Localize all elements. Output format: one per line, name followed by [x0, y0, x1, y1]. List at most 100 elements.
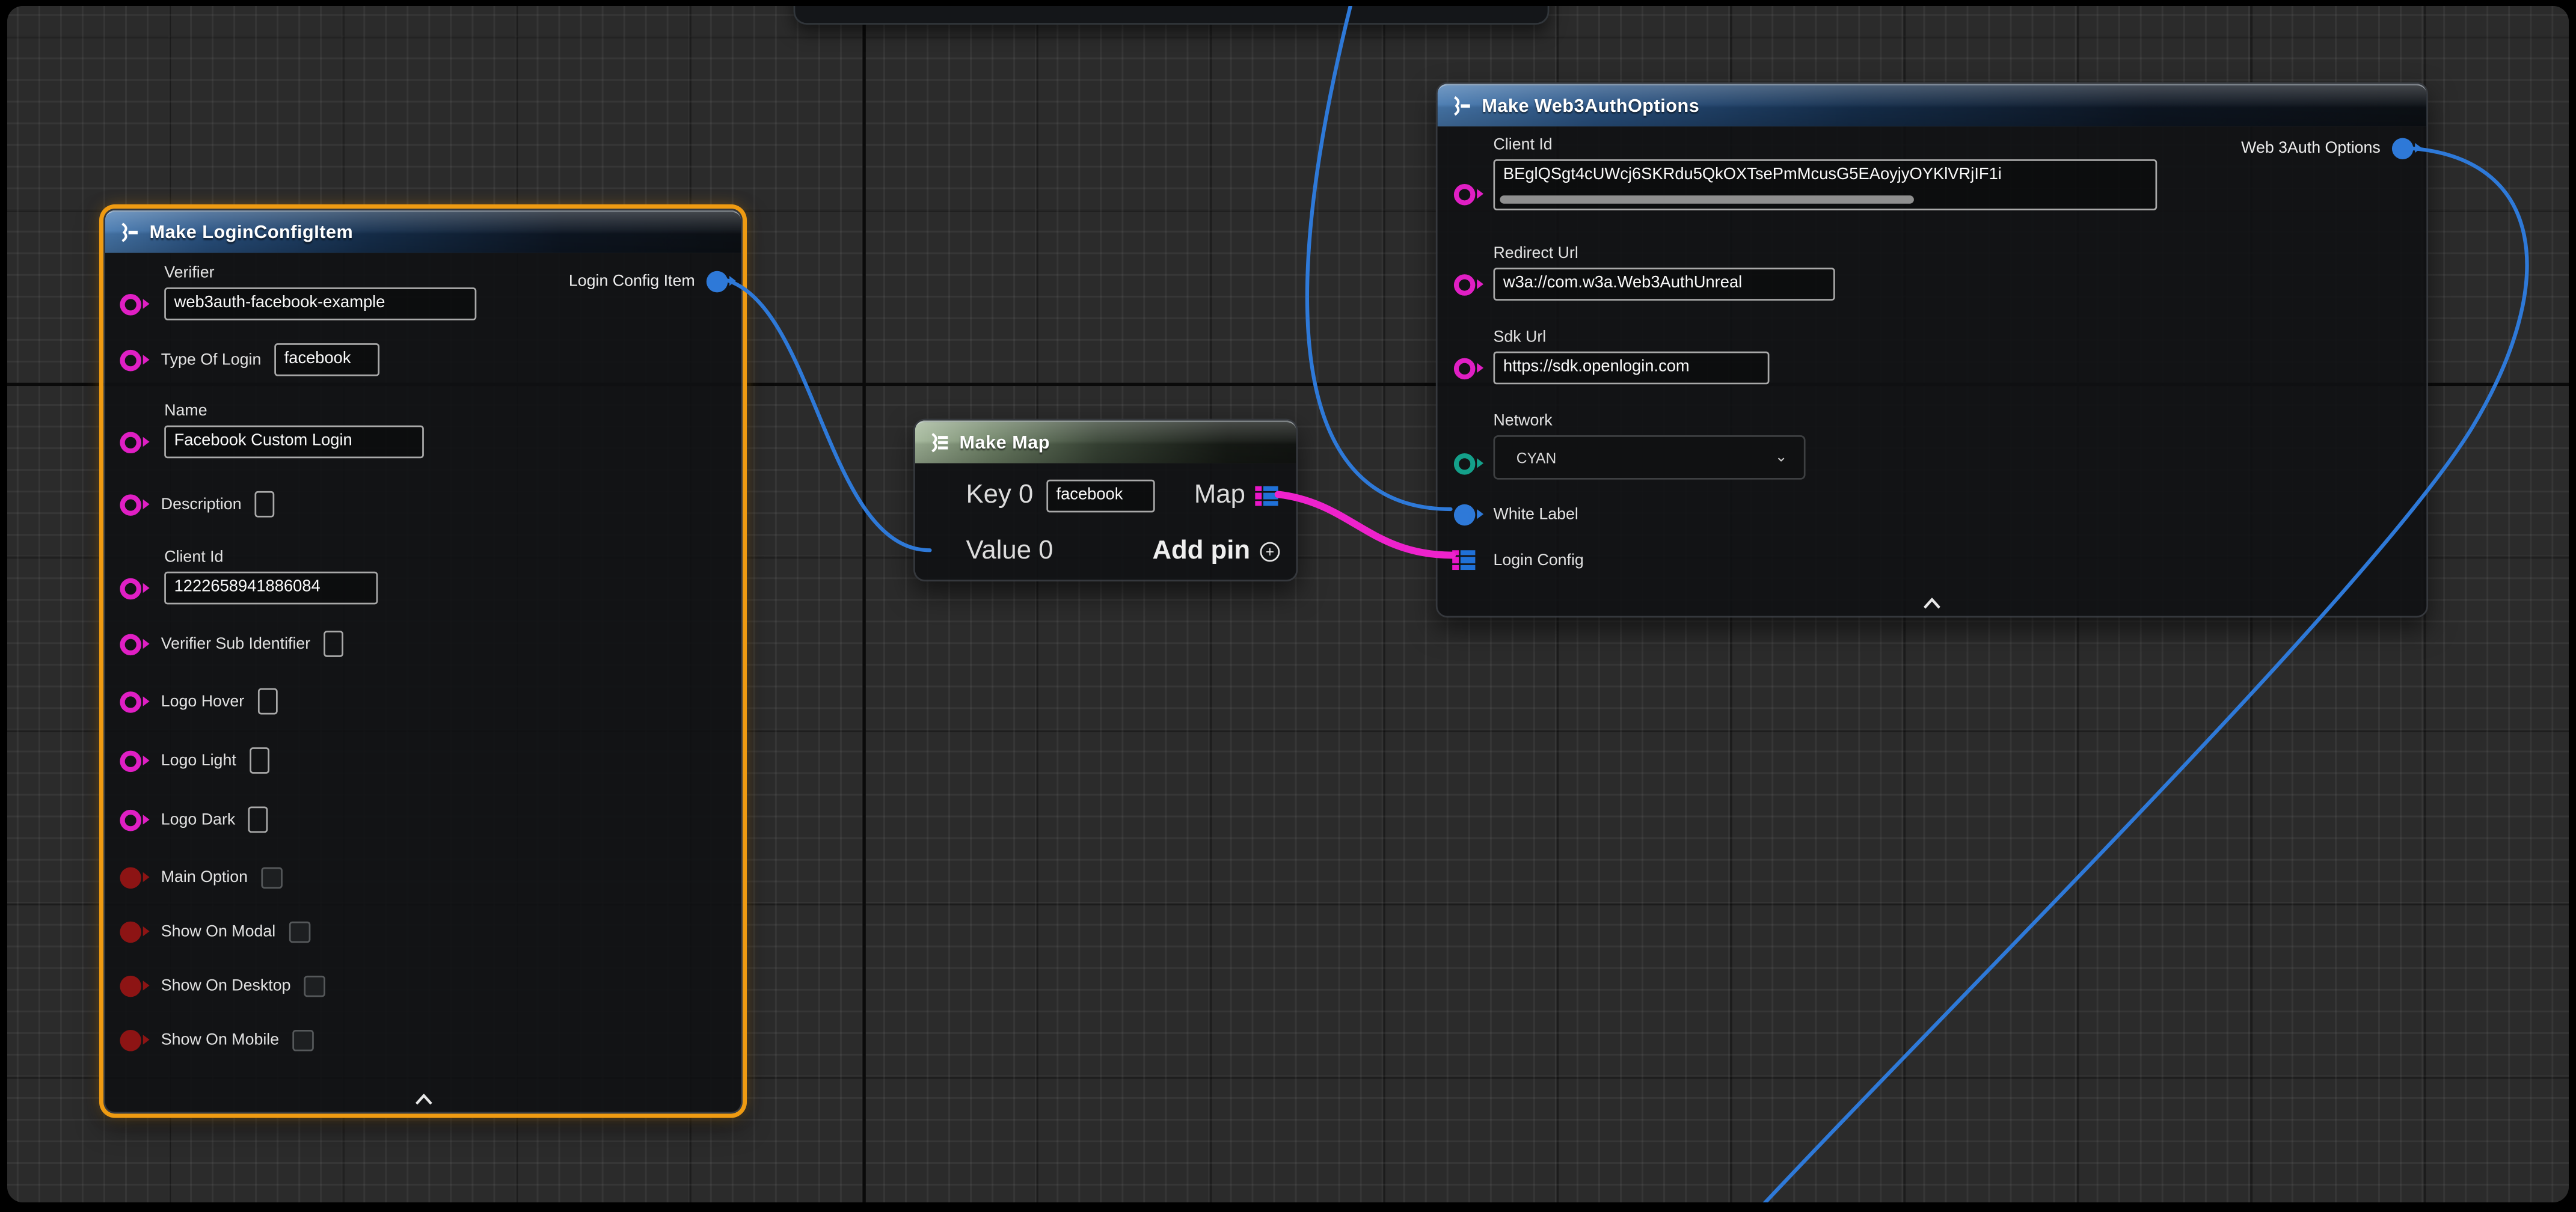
blueprint-grid[interactable]: Make LoginConfigItem Login Config Item V…	[7, 6, 2569, 1202]
collapse-node-caret[interactable]	[414, 1094, 432, 1106]
verifier-sub-identifier-input-pin[interactable]	[120, 633, 141, 655]
node-make-map[interactable]: Make Map Key 0 facebook Map Value 0 A	[913, 419, 1298, 581]
sdk-url-value-input[interactable]: https://sdk.openlogin.com	[1493, 352, 1769, 385]
node-title: Make Map	[960, 433, 1050, 453]
field-row-main-option: Main Option	[105, 861, 741, 894]
logo-dark-label: Logo Dark	[161, 810, 235, 828]
login-config-label: Login Config	[1493, 551, 1583, 569]
blueprint-graph-viewport[interactable]: Make LoginConfigItem Login Config Item V…	[7, 6, 2569, 1202]
sdk-url-input-pin[interactable]	[1454, 357, 1476, 379]
field-row-white-label: White Label	[1438, 500, 2427, 529]
output-login-config-item[interactable]: Login Config Item	[569, 271, 728, 293]
name-input-pin[interactable]	[120, 431, 141, 453]
redirect-url-value-input[interactable]: w3a://com.w3a.Web3AuthUnreal	[1493, 268, 1835, 301]
collapse-node-caret[interactable]	[1923, 598, 1941, 609]
logo-hover-value-input[interactable]	[257, 688, 277, 715]
verifier-sub-identifier-label: Verifier Sub Identifier	[161, 635, 310, 653]
node-make-web3auth-options[interactable]: Make Web3AuthOptions Web 3Auth Options C…	[1436, 82, 2428, 618]
chevron-down-icon: ⌄	[1775, 448, 1788, 467]
make-map-icon	[928, 432, 950, 454]
white-label-input-pin[interactable]	[1454, 503, 1476, 525]
show-on-mobile-input-pin[interactable]	[120, 1029, 141, 1051]
value0-label: Value 0	[966, 537, 1053, 566]
network-input-pin[interactable]	[1454, 453, 1476, 474]
verifier-sub-identifier-value-input[interactable]	[324, 631, 343, 657]
grid-origin-vertical-line	[862, 6, 865, 1202]
verifier-input-pin[interactable]	[120, 293, 141, 315]
node-make-login-config-item[interactable]: Make LoginConfigItem Login Config Item V…	[103, 209, 743, 1113]
map-output-pin[interactable]	[1255, 485, 1280, 507]
key0-label: Key 0	[966, 482, 1033, 511]
redirect-url-input-pin[interactable]	[1454, 274, 1476, 295]
main-option-label: Main Option	[161, 868, 248, 886]
show-on-desktop-checkbox[interactable]	[304, 975, 325, 997]
field-row-logo-hover: Logo Hover	[105, 685, 741, 718]
node-header-make-login-config-item[interactable]: Make LoginConfigItem	[105, 210, 741, 253]
logo-dark-value-input[interactable]	[248, 806, 268, 833]
node-title: Make LoginConfigItem	[150, 222, 354, 242]
wire-map-to-login-config[interactable]	[1278, 494, 1453, 555]
type-of-login-value-input[interactable]: facebook	[274, 343, 379, 376]
description-input-pin[interactable]	[120, 494, 141, 515]
network-label: Network	[1493, 411, 2426, 432]
client-id-value-input[interactable]: BEglQSgt4cUWcj6SKRdu5QkOXTsePmMcusG5EAoy…	[1493, 159, 2157, 210]
field-row-description: Description	[105, 488, 741, 521]
network-selected-value: CYAN	[1516, 449, 1557, 465]
show-on-mobile-checkbox[interactable]	[292, 1029, 314, 1051]
wire-login-config-item-to-value0[interactable]	[711, 278, 930, 551]
key0-input-pin[interactable]	[931, 485, 953, 507]
show-on-modal-checkbox[interactable]	[289, 920, 310, 942]
client-id-value-input[interactable]: 1222658941886084	[164, 572, 378, 605]
key0-value-input[interactable]: facebook	[1046, 480, 1155, 513]
logo-hover-label: Logo Hover	[161, 693, 244, 711]
show-on-desktop-label: Show On Desktop	[161, 976, 291, 994]
field-row-login-config: Login Config	[1438, 545, 2427, 575]
field-row-show-on-modal: Show On Modal	[105, 915, 741, 948]
redirect-url-label: Redirect Url	[1493, 243, 2426, 265]
field-row-type-of-login: Type Of Loginfacebook	[105, 343, 741, 376]
logo-light-input-pin[interactable]	[120, 750, 141, 771]
main-option-checkbox[interactable]	[261, 866, 283, 888]
show-on-modal-input-pin[interactable]	[120, 920, 141, 942]
logo-dark-input-pin[interactable]	[120, 809, 141, 831]
node-title: Make Web3AuthOptions	[1482, 96, 1699, 116]
field-row-logo-dark: Logo Dark	[105, 803, 741, 836]
network-dropdown[interactable]: CYAN ⌄	[1493, 435, 1805, 480]
type-of-login-input-pin[interactable]	[120, 349, 141, 371]
show-on-mobile-label: Show On Mobile	[161, 1030, 279, 1048]
client-id-input-pin[interactable]	[120, 577, 141, 599]
wire-offscreen-to-white-label[interactable]	[1307, 6, 1451, 509]
show-on-desktop-input-pin[interactable]	[120, 975, 141, 997]
node-header-make-web3auth-options[interactable]: Make Web3AuthOptions	[1438, 84, 2427, 126]
logo-light-value-input[interactable]	[250, 747, 269, 774]
value0-input-pin[interactable]	[931, 541, 953, 563]
verifier-value-input[interactable]: web3auth-facebook-example	[164, 287, 476, 320]
field-row-network: Network CYAN ⌄	[1438, 411, 2427, 480]
offscreen-node-bottom-edge[interactable]	[794, 6, 1550, 25]
make-struct-icon	[118, 222, 140, 243]
add-pin-button[interactable]: +	[1260, 542, 1280, 562]
field-row-show-on-desktop: Show On Desktop	[105, 969, 741, 1002]
sdk-url-label: Sdk Url	[1493, 327, 2426, 349]
logo-hover-input-pin[interactable]	[120, 691, 141, 712]
login-config-item-output-pin[interactable]	[707, 271, 728, 293]
client-id-input-pin[interactable]	[1454, 183, 1476, 205]
field-row-client-id: Client Id 1222658941886084	[105, 547, 741, 605]
description-value-input[interactable]	[255, 491, 275, 518]
name-label: Name	[164, 401, 741, 423]
client-id-label: Client Id	[164, 547, 741, 569]
node-header-make-map[interactable]: Make Map	[915, 420, 1296, 463]
field-row-verifier-sub-identifier: Verifier Sub Identifier	[105, 628, 741, 661]
name-value-input[interactable]: Facebook Custom Login	[164, 426, 424, 459]
logo-light-label: Logo Light	[161, 751, 236, 770]
output-pin-label: Web 3Auth Options	[2241, 139, 2381, 158]
web3auth-options-output-pin[interactable]	[2392, 138, 2414, 159]
add-pin-label: Add pin	[1152, 537, 1250, 566]
description-label: Description	[161, 495, 242, 513]
output-pin-label: Login Config Item	[569, 273, 695, 291]
field-row-name: Name Facebook Custom Login	[105, 401, 741, 459]
horizontal-scrollbar-thumb[interactable]	[1500, 196, 1913, 204]
login-config-input-pin[interactable]	[1452, 549, 1477, 571]
output-web3auth-options[interactable]: Web 3Auth Options	[2241, 138, 2413, 159]
main-option-input-pin[interactable]	[120, 866, 141, 888]
